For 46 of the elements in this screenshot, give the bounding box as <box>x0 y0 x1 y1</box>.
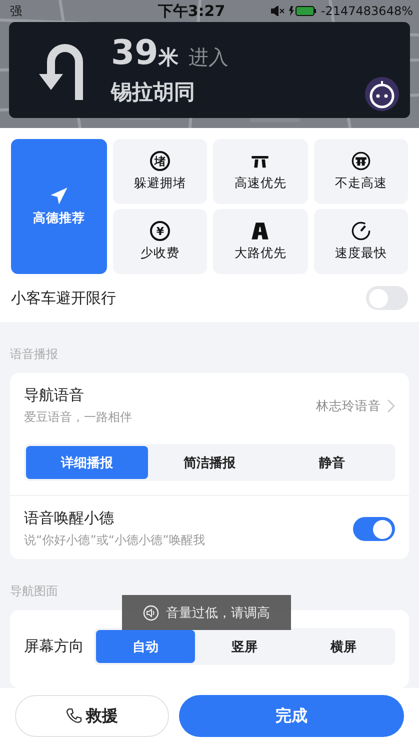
rescue-button[interactable]: 救援 <box>15 695 169 737</box>
route-option[interactable]: 高德推荐 <box>11 139 107 274</box>
section-title: 导航图面 <box>9 583 59 600</box>
route-option[interactable]: 速度最快 <box>314 209 408 274</box>
road-icon <box>250 221 270 241</box>
setting-label: 小客车避开限行 <box>11 288 116 308</box>
setting-label: 导航语音 <box>24 386 85 405</box>
speaker-icon <box>143 604 159 620</box>
yen-icon: ¥ <box>150 221 170 241</box>
road-name: 锡拉胡同 <box>111 79 196 106</box>
route-option[interactable]: 大路优先 <box>213 209 308 274</box>
segment-button[interactable]: 静音 <box>270 446 393 479</box>
segment-button[interactable]: 详细播报 <box>26 446 148 479</box>
toggle-switch[interactable] <box>353 517 395 541</box>
battery-icon <box>288 6 317 16</box>
section-title: 语音播报 <box>9 346 59 363</box>
signal-strength: 强 <box>10 2 23 20</box>
clock: 下午3:27 <box>158 2 226 20</box>
chevron-right-icon <box>387 399 395 413</box>
toast-message: 音量过低，请调高 <box>166 604 270 622</box>
setting-label: 屏幕方向 <box>24 637 84 656</box>
distance: 39 <box>111 34 158 72</box>
battery-percent: -2147483648% <box>320 4 413 18</box>
phone-icon <box>66 708 82 724</box>
toggle-switch[interactable] <box>366 286 408 310</box>
setting-description: 爱豆语音，一路相伴 <box>24 409 133 426</box>
action-text: 进入 <box>188 44 228 71</box>
segment-button[interactable]: 简洁播报 <box>148 446 271 479</box>
route-option[interactable]: 堵 躲避拥堵 <box>113 139 208 204</box>
segment-button[interactable]: 横屏 <box>294 630 393 663</box>
setting-description: 说“你好小德”或“小德小德”唤醒我 <box>24 532 206 549</box>
route-option[interactable]: 高速优先 <box>213 139 308 204</box>
paper-plane-icon <box>49 186 69 206</box>
mute-icon <box>270 6 285 16</box>
done-button[interactable]: 完成 <box>179 695 404 737</box>
distance-unit: 米 <box>158 44 178 71</box>
route-option[interactable]: 不走高速 <box>314 139 408 204</box>
traffic-jam-icon: 堵 <box>150 151 170 171</box>
speedometer-icon <box>350 221 371 241</box>
segment-button[interactable]: 自动 <box>96 630 195 663</box>
no-highway-icon <box>350 151 371 171</box>
voice-link[interactable]: 林志玲语音 <box>316 398 381 414</box>
route-option[interactable]: ¥ 少收费 <box>113 209 208 274</box>
setting-label: 语音唤醒小德 <box>24 509 115 528</box>
robot-icon[interactable] <box>364 76 400 112</box>
segment-button[interactable]: 竖屏 <box>195 630 294 663</box>
